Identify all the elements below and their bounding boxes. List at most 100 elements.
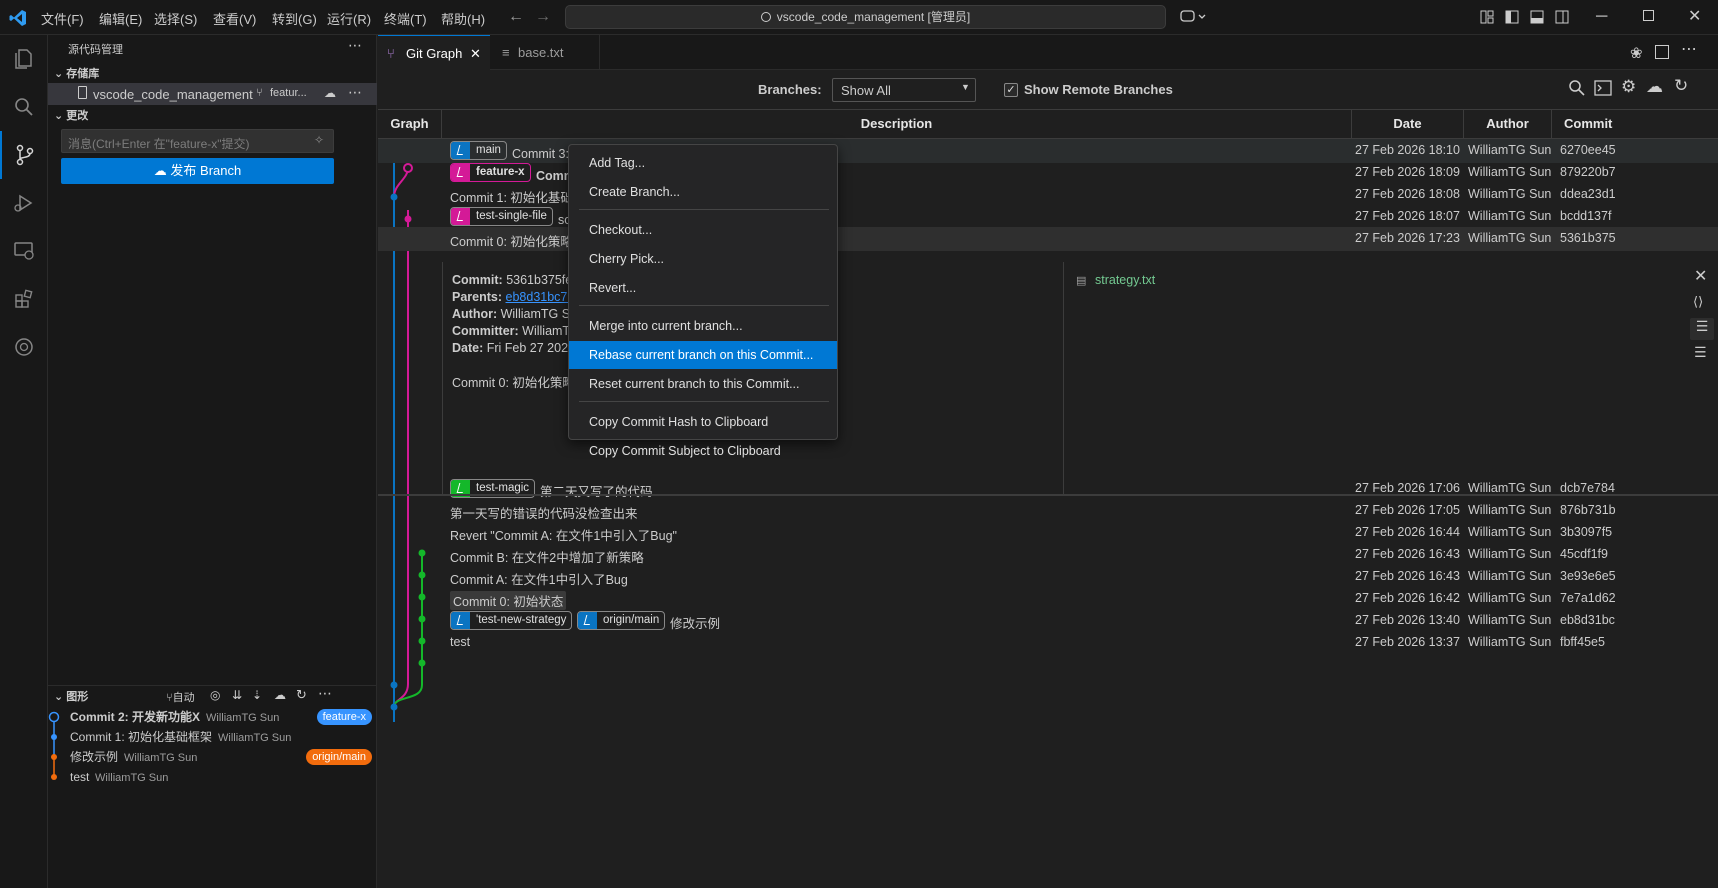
more-actions-icon[interactable]: ⋯ [348,37,362,54]
menu-item-7[interactable]: 帮助(H) [441,9,485,28]
menu-item-4[interactable]: 转到(G) [272,9,317,28]
graph-item[interactable]: Commit 1: 初始化基础框架 WilliamTG Sun [48,727,377,747]
changes-section-header[interactable]: ⌄ 更改 [48,105,377,127]
forward-arrow-icon[interactable]: → [535,8,551,26]
commit-subject: 修改示例 [670,617,721,631]
search-view-icon[interactable] [0,83,48,131]
changed-file-strategy[interactable]: strategy.txt [1095,273,1155,287]
editor-more-icon[interactable]: ⋯ [1681,39,1697,59]
show-remote-label: Show Remote Branches [1024,82,1173,97]
view-diff-icon[interactable]: ⟨⟩ [1693,294,1703,310]
commit-row[interactable]: 'test-new-strategy origin/main 修改示例 27 Feb … [378,609,1718,633]
terminal-icon[interactable] [1594,80,1612,96]
menu-item-6[interactable]: 终端(T) [384,9,427,28]
repository-item[interactable]: vscode_code_management ⑂ featur... ☁ ⋯ [48,83,377,105]
graph-item[interactable]: test WilliamTG Sun [48,767,377,787]
branches-dropdown[interactable]: Show All ▼ [832,78,976,102]
branch-tag[interactable]: feature-x [450,163,531,182]
back-arrow-icon[interactable]: ← [508,8,524,26]
commit-hash: 6270ee45 [1560,143,1616,157]
openai-icon[interactable]: ❀ [1630,44,1643,62]
commit-row[interactable]: Revert "Commit A: 在文件1中引入了Bug" 27 Feb 202… [378,521,1718,545]
sparkle-icon[interactable]: ✧ [314,133,324,147]
copilot-chat-icon[interactable] [1180,9,1206,25]
commit-hash: ddea23d1 [1560,187,1616,201]
target-icon[interactable]: ◎ [210,688,220,702]
run-debug-icon[interactable] [0,179,48,227]
split-editor-icon[interactable] [1655,45,1669,59]
vscode-logo-icon [8,8,28,28]
close-window-icon[interactable]: ✕ [1688,6,1701,26]
fetch-cloud-icon[interactable]: ☁ [1646,77,1663,97]
minimize-window-icon[interactable]: ─ [1596,8,1607,26]
repo-icon [78,86,87,99]
chatgpt-icon[interactable] [0,323,48,371]
commit-message-input[interactable]: 消息(Ctrl+Enter 在"feature-x"提交) ✧ [61,129,334,153]
close-tab-icon[interactable]: ✕ [470,36,481,71]
repositories-section-header[interactable]: ⌄ 存储库 [48,63,377,85]
menu-item-1[interactable]: 编辑(E) [99,9,142,28]
close-details-icon[interactable]: ✕ [1694,266,1707,286]
commit-date: 27 Feb 2026 17:23 [1355,231,1460,245]
branch-icon [451,142,470,159]
refresh-icon[interactable]: ↻ [296,687,307,703]
menu-item-2[interactable]: 选择(S) [154,9,197,28]
fetch-icon[interactable]: ⇊ [232,688,242,702]
remote-explorer-icon[interactable] [0,227,48,275]
tree-view-icon[interactable]: ☰ [1690,318,1714,340]
commit-row[interactable]: 第一天写的错误的代码没检查出来 27 Feb 2026 17:05 WilliamT… [378,499,1718,523]
commit-hash: 3b3097f5 [1560,525,1613,539]
show-remote-checkbox[interactable]: ✓ [1004,83,1018,97]
branch-icon [451,164,470,181]
commit-author: WilliamTG Sun [1468,143,1552,157]
publish-cloud-icon[interactable]: ☁ [324,86,336,100]
list-view-icon[interactable]: ☰ [1694,344,1707,361]
context-menu-item[interactable]: Copy Commit Hash to Clipboard [573,408,833,436]
cloud-icon[interactable]: ☁ [274,688,286,702]
context-menu-item[interactable]: Cherry Pick... [573,245,833,273]
branch-tag[interactable]: main [450,141,507,160]
commit-row[interactable]: Commit B: 在文件2中增加了新策略 27 Feb 2026 16:43 Wi… [378,543,1718,567]
command-center-search[interactable]: vscode_code_management [管理员] [565,5,1166,29]
context-menu-item[interactable]: Rebase current branch on this Commit... [569,341,837,369]
settings-gear-icon[interactable]: ⚙ [1621,77,1636,97]
layout-customize-icon[interactable] [1480,10,1494,24]
publish-branch-button[interactable]: ☁ 发布 Branch [61,158,334,184]
refresh-graph-icon[interactable]: ↻ [1674,76,1688,96]
toggle-sidebar-icon[interactable] [1505,10,1519,24]
graph-more-icon[interactable]: ⋯ [318,685,332,702]
commit-row[interactable]: Commit A: 在文件1中引入了Bug 27 Feb 2026 16:43 Wi… [378,565,1718,589]
context-menu-item[interactable]: Revert... [573,274,833,302]
tab-git-graph[interactable]: ⑂ Git Graph ✕ [378,35,490,70]
branch-tag[interactable]: 'test-new-strategy [450,611,573,630]
context-menu-item[interactable]: Checkout... [573,216,833,244]
commit-row[interactable]: Commit 0: 初始状态 27 Feb 2026 16:42 WilliamTG… [378,587,1718,611]
branch-tag[interactable]: test-single-file [450,207,553,226]
branch-tag-label: origin/main [603,614,660,626]
extensions-icon[interactable] [0,275,48,323]
find-icon[interactable] [1568,79,1586,97]
context-menu-item[interactable]: Add Tag... [573,149,833,177]
menu-item-5[interactable]: 运行(R) [327,9,371,28]
menu-item-0[interactable]: 文件(F) [41,9,84,28]
pull-icon[interactable]: ⇣ [252,688,262,702]
graph-auto-toggle[interactable]: ⑂自动 [166,689,195,705]
graph-item[interactable]: 修改示例 WilliamTG Sun origin/main [48,747,377,767]
graph-item[interactable]: Commit 2: 开发新功能X WilliamTG Sun feature-x [48,707,377,727]
context-menu-item[interactable]: Copy Commit Subject to Clipboard [573,437,833,465]
source-control-icon[interactable] [0,131,48,179]
tab-base-txt[interactable]: ≡ base.txt [490,35,600,70]
explorer-icon[interactable] [0,35,48,83]
repo-more-icon[interactable]: ⋯ [348,84,362,101]
context-menu-item[interactable]: Reset current branch to this Commit... [573,370,833,398]
context-menu-item[interactable]: Merge into current branch... [573,312,833,340]
branch-tag[interactable]: origin/main [577,611,666,630]
maximize-window-icon[interactable] [1643,10,1654,21]
menu-item-3[interactable]: 查看(V) [213,9,256,28]
graph-item-author: WilliamTG Sun [206,712,280,724]
toggle-panel-icon[interactable] [1530,10,1544,24]
commit-subject: 第一天写的错误的代码没检查出来 [450,507,638,521]
commit-row[interactable]: test 27 Feb 2026 13:37 WilliamTG Sun fbff45… [378,631,1718,655]
context-menu-item[interactable]: Create Branch... [573,178,833,206]
toggle-secondary-sidebar-icon[interactable] [1555,10,1569,24]
